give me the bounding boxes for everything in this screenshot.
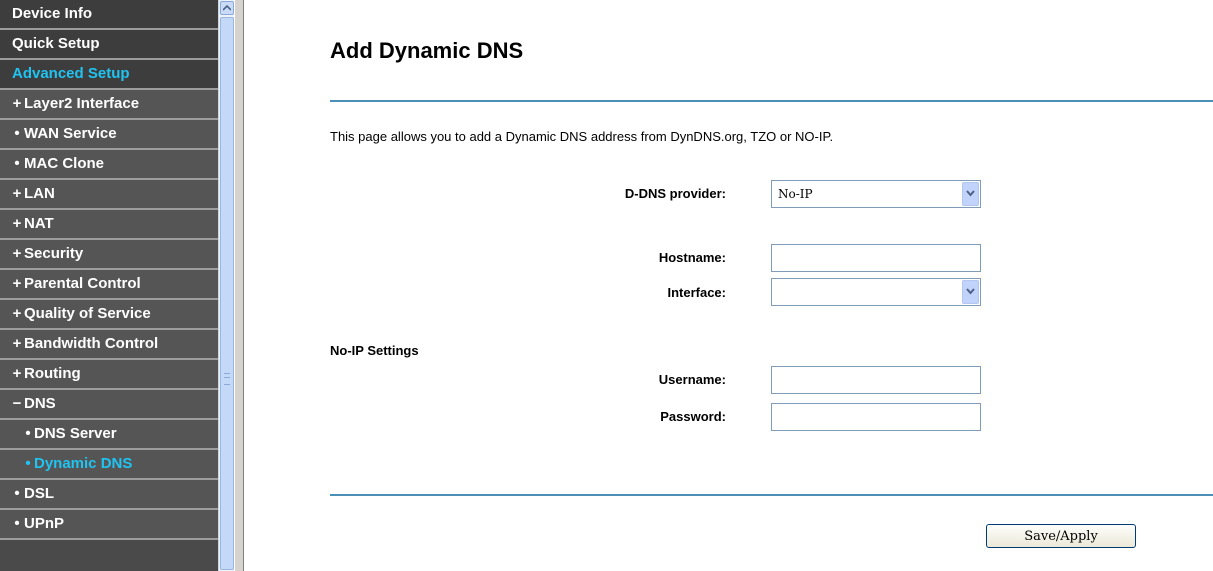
scroll-grip-icon xyxy=(224,373,230,385)
menu-dns-server[interactable]: • DNS Server xyxy=(0,420,218,450)
menu-upnp[interactable]: • UPnP xyxy=(0,510,218,540)
hostname-input[interactable] xyxy=(771,244,981,272)
page-description: This page allows you to add a Dynamic DN… xyxy=(330,129,834,144)
bullet-icon: • xyxy=(14,485,20,502)
menu-label: Dynamic DNS xyxy=(34,455,133,472)
expand-icon: + xyxy=(12,185,22,202)
menu-label: DSL xyxy=(24,485,54,502)
provider-select-value: No-IP xyxy=(778,187,813,201)
menu-security[interactable]: + Security xyxy=(0,240,218,270)
chevron-down-icon xyxy=(966,190,975,197)
divider-bottom xyxy=(330,494,1213,496)
menu-device-info[interactable]: Device Info xyxy=(0,0,218,30)
collapse-icon: − xyxy=(12,395,22,412)
menu-label: Routing xyxy=(24,365,81,382)
menu-label: Device Info xyxy=(12,5,93,22)
menu-label: DNS Server xyxy=(34,425,117,442)
menu-advanced-setup[interactable]: Advanced Setup xyxy=(0,60,218,90)
expand-icon: + xyxy=(12,245,22,262)
menu-label: Quality of Service xyxy=(24,305,151,322)
menu-label: Layer2 Interface xyxy=(24,95,140,112)
bullet-icon: • xyxy=(25,455,31,472)
menu-parental-control[interactable]: + Parental Control xyxy=(0,270,218,300)
bullet-icon: • xyxy=(14,125,20,142)
dropdown-button[interactable] xyxy=(962,182,979,206)
bullet-icon: • xyxy=(14,155,20,172)
menu-label: WAN Service xyxy=(24,125,117,142)
password-label: Password: xyxy=(660,409,726,424)
menu-label: UPnP xyxy=(24,515,65,532)
chevron-down-icon xyxy=(966,288,975,295)
main-content: Add Dynamic DNS This page allows you to … xyxy=(244,0,1213,571)
menu-lan[interactable]: + LAN xyxy=(0,180,218,210)
bullet-icon: • xyxy=(14,515,20,532)
menu-quality-of-service[interactable]: + Quality of Service xyxy=(0,300,218,330)
menu-label: MAC Clone xyxy=(24,155,104,172)
username-label: Username: xyxy=(658,372,726,387)
menu-label: LAN xyxy=(24,185,55,202)
hostname-label: Hostname: xyxy=(658,250,726,265)
expand-icon: + xyxy=(12,365,22,382)
menu-label: Parental Control xyxy=(24,275,141,292)
interface-select[interactable] xyxy=(771,278,981,306)
scroll-up-button[interactable] xyxy=(220,1,234,15)
dropdown-button[interactable] xyxy=(962,280,979,304)
expand-icon: + xyxy=(12,215,22,232)
section-heading: No-IP Settings xyxy=(330,343,419,358)
page-title: Add Dynamic DNS xyxy=(330,38,524,63)
provider-select[interactable]: No-IP xyxy=(771,180,981,208)
menu-dynamic-dns[interactable]: • Dynamic DNS xyxy=(0,450,218,480)
menu-layer2-interface[interactable]: + Layer2 Interface xyxy=(0,90,218,120)
menu-quick-setup[interactable]: Quick Setup xyxy=(0,30,218,60)
menu-label: DNS xyxy=(24,395,56,412)
menu-nat[interactable]: + NAT xyxy=(0,210,218,240)
menu-dsl[interactable]: • DSL xyxy=(0,480,218,510)
sidebar-menu: Device Info Quick Setup Advanced Setup +… xyxy=(0,0,218,571)
chevron-up-icon xyxy=(223,5,231,11)
password-input[interactable] xyxy=(771,403,981,431)
expand-icon: + xyxy=(12,335,22,352)
menu-label: Security xyxy=(24,245,84,262)
menu-label: Quick Setup xyxy=(12,35,100,52)
menu-wan-service[interactable]: • WAN Service xyxy=(0,120,218,150)
divider-top xyxy=(330,100,1213,102)
frame-divider[interactable] xyxy=(234,0,244,571)
menu-routing[interactable]: + Routing xyxy=(0,360,218,390)
save-apply-button[interactable]: Save/Apply xyxy=(986,524,1136,548)
username-input[interactable] xyxy=(771,366,981,394)
menu-mac-clone[interactable]: • MAC Clone xyxy=(0,150,218,180)
menu-label: Bandwidth Control xyxy=(24,335,159,352)
menu-label: Advanced Setup xyxy=(12,65,130,82)
sidebar-scrollbar[interactable] xyxy=(218,0,234,571)
expand-icon: + xyxy=(12,275,22,292)
provider-label: D-DNS provider: xyxy=(624,186,726,201)
expand-icon: + xyxy=(12,95,22,112)
menu-label: NAT xyxy=(24,215,54,232)
menu-dns[interactable]: − DNS xyxy=(0,390,218,420)
interface-label: Interface: xyxy=(667,285,726,300)
menu-bandwidth-control[interactable]: + Bandwidth Control xyxy=(0,330,218,360)
expand-icon: + xyxy=(12,305,22,322)
bullet-icon: • xyxy=(25,425,31,442)
scroll-thumb[interactable] xyxy=(220,17,234,570)
